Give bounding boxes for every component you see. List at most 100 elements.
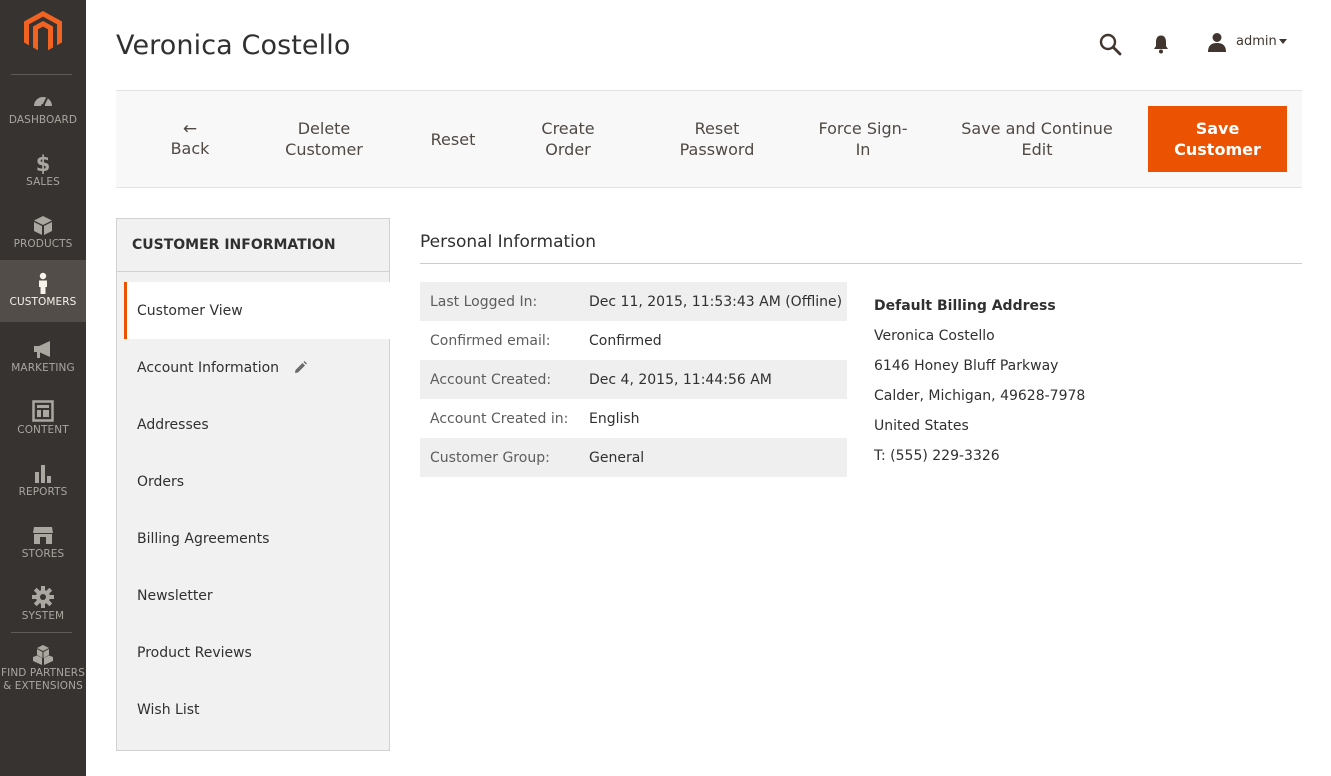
nav-reports[interactable]: REPORTS xyxy=(0,450,86,512)
gear-icon xyxy=(32,586,54,608)
billing-title: Default Billing Address xyxy=(874,298,1056,314)
layout-icon xyxy=(32,400,54,422)
magento-logo-icon[interactable] xyxy=(24,11,62,53)
boxes-icon xyxy=(32,644,54,666)
button-label-line: Delete xyxy=(297,119,351,138)
nav-label: CUSTOMERS xyxy=(9,296,77,308)
button-label-line: Force Sign- xyxy=(818,119,908,138)
button-label-line: Reset xyxy=(430,129,476,149)
nav-sales[interactable]: $ SALES xyxy=(0,140,86,202)
search-icon[interactable] xyxy=(1098,32,1122,56)
tab-orders[interactable]: Orders xyxy=(124,453,391,510)
button-label-line: Save and Continue xyxy=(961,119,1113,138)
chevron-down-icon xyxy=(1279,39,1287,44)
back-button[interactable]: ← Back xyxy=(160,91,220,187)
back-button-label: Back xyxy=(170,138,210,158)
nav-customers[interactable]: CUSTOMERS xyxy=(0,260,86,322)
address-line: Veronica Costello xyxy=(874,328,995,344)
nav-marketing[interactable]: MARKETING xyxy=(0,326,86,388)
button-label-line: Customer xyxy=(285,140,363,159)
reset-password-button[interactable]: Reset Password xyxy=(666,91,768,187)
row-value: Dec 11, 2015, 11:53:43 AM (Offline) xyxy=(589,293,843,310)
personal-info-table: Last Logged In: Dec 11, 2015, 11:53:43 A… xyxy=(420,282,847,477)
admin-sidebar: DASHBOARD $ SALES PRODUCTS CUSTOMERS MAR… xyxy=(0,0,86,776)
tab-product-reviews[interactable]: Product Reviews xyxy=(124,624,391,681)
address-line: Calder, Michigan, 49628-7978 xyxy=(874,388,1086,404)
delete-customer-button[interactable]: Delete Customer xyxy=(272,91,376,187)
tab-label: Billing Agreements xyxy=(137,530,270,547)
nav-label: SALES xyxy=(26,176,60,188)
nav-products[interactable]: PRODUCTS xyxy=(0,202,86,264)
user-icon xyxy=(1206,32,1228,52)
table-row: Account Created in: English xyxy=(420,399,847,438)
dollar-icon: $ xyxy=(32,152,54,174)
tab-customer-view[interactable]: Customer View xyxy=(124,282,391,339)
tab-account-information[interactable]: Account Information xyxy=(124,339,391,396)
person-icon xyxy=(32,272,54,294)
divider xyxy=(117,271,389,272)
tab-billing-agreements[interactable]: Billing Agreements xyxy=(124,510,391,567)
button-label-line: Customer xyxy=(1174,140,1261,159)
tab-label: Product Reviews xyxy=(137,644,252,661)
button-label-line: Order xyxy=(545,140,591,159)
sidebar-divider xyxy=(11,74,72,75)
address-line: 6146 Honey Bluff Parkway xyxy=(874,358,1059,374)
save-and-continue-button[interactable]: Save and Continue Edit xyxy=(952,91,1122,187)
nav-stores[interactable]: STORES xyxy=(0,512,86,574)
nav-label: STORES xyxy=(21,548,65,560)
row-value: General xyxy=(589,449,645,466)
nav-label: FIND PARTNERS xyxy=(1,667,85,679)
row-label: Account Created: xyxy=(430,371,552,388)
button-label-line: Reset xyxy=(694,119,740,138)
user-name: admin xyxy=(1236,34,1277,49)
default-billing-address: Default Billing Address Veronica Costell… xyxy=(874,291,1085,471)
row-label: Confirmed email: xyxy=(430,332,551,349)
nav-label: MARKETING xyxy=(11,362,75,374)
nav-content[interactable]: CONTENT xyxy=(0,388,86,450)
tab-label: Account Information xyxy=(137,359,280,376)
tabs-title: CUSTOMER INFORMATION xyxy=(132,237,336,253)
tab-label: Orders xyxy=(137,473,185,490)
page-actions-bar: ← Back Delete Customer Reset Create Orde… xyxy=(116,90,1302,188)
address-line: United States xyxy=(874,418,969,434)
button-label-line: Save xyxy=(1195,119,1240,138)
row-label: Customer Group: xyxy=(430,449,550,466)
tab-wish-list[interactable]: Wish List xyxy=(124,681,391,738)
button-label-line: In xyxy=(855,140,871,159)
force-sign-in-button[interactable]: Force Sign- In xyxy=(810,91,916,187)
user-menu[interactable]: admin xyxy=(1206,30,1290,54)
section-title: Personal Information xyxy=(420,232,597,252)
button-label-line: Edit xyxy=(1021,140,1053,159)
nav-find-partners[interactable]: FIND PARTNERS & EXTENSIONS xyxy=(0,636,86,700)
tab-label: Wish List xyxy=(137,701,200,718)
row-label: Account Created in: xyxy=(430,410,569,427)
tab-label: Newsletter xyxy=(137,587,213,604)
reset-button[interactable]: Reset xyxy=(418,91,488,187)
pencil-icon xyxy=(293,360,308,375)
storefront-icon xyxy=(32,524,54,546)
row-label: Last Logged In: xyxy=(430,293,538,310)
create-order-button[interactable]: Create Order xyxy=(528,91,608,187)
svg-text:$: $ xyxy=(36,152,51,174)
tab-addresses[interactable]: Addresses xyxy=(124,396,391,453)
nav-label: SYSTEM xyxy=(21,610,65,622)
row-value: Dec 4, 2015, 11:44:56 AM xyxy=(589,371,772,388)
table-row: Last Logged In: Dec 11, 2015, 11:53:43 A… xyxy=(420,282,847,321)
nav-dashboard[interactable]: DASHBOARD xyxy=(0,78,86,140)
row-value: Confirmed xyxy=(589,332,662,349)
nav-label: PRODUCTS xyxy=(13,238,73,250)
tab-label: Customer View xyxy=(137,302,243,319)
arrow-left-icon: ← xyxy=(182,118,198,139)
nav-label: CONTENT xyxy=(17,424,69,436)
nav-label: REPORTS xyxy=(18,486,68,498)
row-value: English xyxy=(589,410,640,427)
nav-label: & EXTENSIONS xyxy=(3,680,83,692)
nav-system[interactable]: SYSTEM xyxy=(0,574,86,636)
tab-newsletter[interactable]: Newsletter xyxy=(124,567,391,624)
table-row: Account Created: Dec 4, 2015, 11:44:56 A… xyxy=(420,360,847,399)
button-label-line: Password xyxy=(679,140,755,159)
tab-label: Addresses xyxy=(137,416,209,433)
save-customer-button[interactable]: Save Customer xyxy=(1148,106,1287,172)
page-title: Veronica Costello xyxy=(116,30,351,61)
bell-icon[interactable] xyxy=(1152,34,1170,54)
